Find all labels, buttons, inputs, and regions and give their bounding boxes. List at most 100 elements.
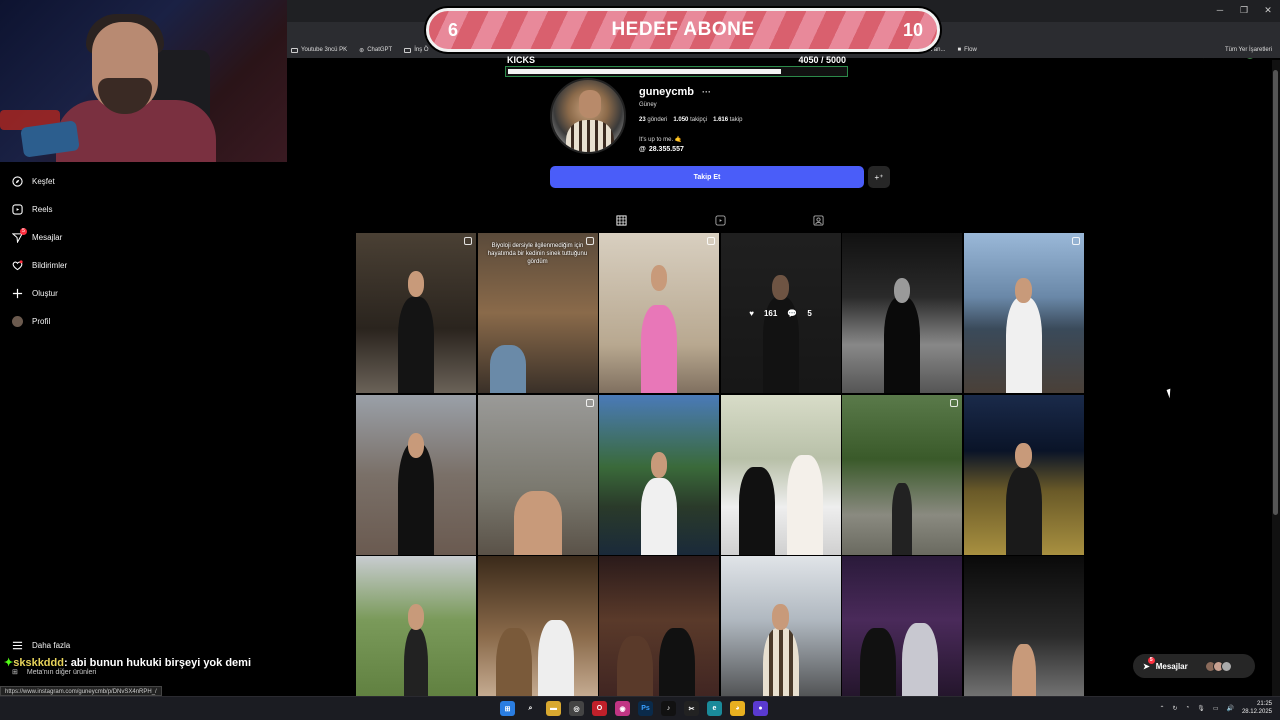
webcam-feed — [0, 0, 287, 162]
likes-count: 161 — [763, 308, 778, 318]
goal-title: HEDEF ABONE — [611, 19, 755, 40]
sidebar-item-profile[interactable]: Profil — [12, 316, 50, 327]
tab-posts[interactable] — [614, 213, 628, 227]
reel-icon — [585, 237, 594, 245]
chevron-up-icon[interactable]: ⌃ — [1160, 705, 1165, 712]
mic-icon[interactable]: 🎙 — [1197, 705, 1205, 712]
post-thumbnail[interactable] — [356, 233, 476, 393]
notification-badge: 5 — [1147, 656, 1155, 664]
photoshop-icon[interactable]: Ps — [638, 701, 653, 716]
volume-icon[interactable]: 🔊 — [1226, 705, 1233, 712]
post-thumbnail[interactable]: Biyoloji dersiyle ilgilenmediğim için ha… — [477, 233, 598, 393]
post-thumbnail[interactable] — [842, 233, 962, 393]
maximize-icon[interactable]: ❐ — [1232, 0, 1256, 20]
bookmark[interactable]: ⊛ ChatGPT — [359, 47, 392, 54]
bookmark[interactable]: ■ Flow — [957, 47, 976, 53]
clock[interactable]: 21:25 28.12.2025 — [1242, 700, 1272, 716]
messages-pill[interactable]: ➤ 5 Mesajlar — [1133, 654, 1255, 678]
screen: ─ ❐ ✕ ▭ ☆ ◈ ⧉ ☰ U ⋮ Youtube 3ncü PK ⊛Cha… — [0, 0, 1280, 720]
file-explorer-icon[interactable]: ▬ — [546, 701, 561, 716]
tab-tagged[interactable] — [811, 213, 825, 227]
post-thumbnail[interactable] — [599, 394, 719, 555]
profile-bio: It's up to me. 🤙 — [639, 137, 683, 143]
post-thumbnail[interactable] — [963, 394, 1084, 555]
sidebar-item-create[interactable]: Oluştur — [12, 288, 58, 299]
clock-date: 28.12.2025 — [1241, 709, 1272, 715]
post-hover-stats: ♥ 161 💬 5 — [720, 233, 841, 393]
threads-text: 28.355.557 — [648, 146, 684, 153]
followers-count[interactable]: 1.050 takipçi — [673, 117, 707, 123]
instagram-icon[interactable]: ◉ — [615, 701, 630, 716]
opera-icon[interactable]: O — [592, 701, 607, 716]
edge-icon[interactable]: e — [707, 701, 722, 716]
plus-icon — [12, 288, 23, 299]
tab-reels[interactable] — [713, 213, 727, 227]
profile-avatar[interactable] — [550, 78, 626, 154]
scrollbar-thumb[interactable] — [1273, 70, 1278, 515]
profile-fullname: Güney — [639, 102, 657, 108]
kicks-goal: KICKS 4050 / 5000 — [505, 55, 848, 79]
capcut-icon[interactable]: ✂ — [684, 701, 699, 716]
profile-stats: 23 gönderi 1.050 takipçi 1.616 takip — [639, 117, 742, 123]
bookmark[interactable]: Youtube 3ncü PK — [291, 47, 347, 53]
sidebar-item-explore[interactable]: Keşfet — [12, 176, 55, 187]
folder-icon — [404, 47, 412, 53]
post-thumbnail[interactable] — [963, 233, 1084, 393]
goal-target: 10 — [902, 19, 924, 40]
minimize-icon[interactable]: ─ — [1208, 0, 1232, 20]
sidebar-item-more[interactable]: Daha fazla — [12, 640, 70, 651]
sidebar-item-messages[interactable]: 5 Mesajlar — [12, 228, 62, 243]
post-thumbnail[interactable] — [477, 394, 598, 555]
sidebar-item-notifications[interactable]: Bildirimler — [12, 260, 67, 271]
system-tray: ⌃ ↻ ◔ 🎙 ▭ 🔊 21:25 28.12.2025 — [1160, 700, 1273, 716]
post-thumbnail[interactable] — [599, 556, 719, 696]
posts-count: 23 gönderi — [639, 117, 668, 123]
kicks-progress-bar — [505, 66, 848, 77]
post-thumbnail-hovered[interactable]: ♥ 161 💬 5 — [720, 233, 841, 393]
reel-icon — [950, 398, 958, 407]
post-grid: Biyoloji dersiyle ilgilenmediğim için ha… — [356, 233, 1084, 696]
app-icon[interactable]: ◎ — [569, 701, 584, 716]
all-bookmarks[interactable]: Tüm Yer İşaretleri — [1222, 42, 1272, 58]
chatgpt-icon: ⊛ — [359, 47, 365, 54]
chrome-icon[interactable]: ◕ — [730, 701, 745, 716]
post-thumbnail[interactable] — [599, 233, 719, 393]
more-options-icon[interactable]: ··· — [702, 87, 711, 97]
folder-icon — [291, 47, 298, 53]
search-icon[interactable]: ⌕ — [523, 701, 538, 716]
post-thumbnail[interactable] — [720, 556, 841, 696]
reels-icon — [714, 214, 726, 226]
post-thumbnail[interactable] — [477, 556, 598, 696]
sidebar-item-label: Profil — [32, 317, 51, 326]
sidebar-item-label: Keşfet — [32, 177, 55, 186]
monitor-icon[interactable]: ▭ — [1213, 705, 1219, 712]
grid-icon — [615, 214, 627, 226]
follow-button[interactable]: Takip Et — [550, 166, 864, 188]
kicks-label: KICKS — [507, 55, 536, 65]
tiktok-icon[interactable]: ♪ — [661, 701, 676, 716]
following-count[interactable]: 1.616 takip — [713, 117, 742, 123]
add-person-icon: +⁺ — [874, 172, 884, 182]
taskbar-apps: ⊞ ⌕ ▬ ◎ O ◉ Ps ♪ ✂ e ◕ ● — [500, 701, 768, 716]
sync-icon[interactable]: ↻ — [1173, 705, 1178, 712]
mouse-cursor — [1166, 388, 1174, 399]
headset-icon[interactable]: ◔ — [1186, 705, 1190, 711]
post-thumbnail[interactable] — [963, 556, 1084, 696]
comments-count: 5 — [807, 308, 812, 318]
windows-start-icon[interactable]: ⊞ — [500, 701, 515, 716]
bookmark[interactable]: İnş Ö — [404, 47, 429, 53]
post-thumbnail[interactable] — [356, 556, 476, 696]
close-icon[interactable]: ✕ — [1256, 0, 1280, 20]
profile-username: guneycmb ··· — [639, 86, 711, 98]
post-thumbnail[interactable] — [842, 394, 962, 555]
sidebar-item-meta[interactable]: ⊞ Meta'nın diğer ürünleri — [12, 668, 96, 677]
post-thumbnail[interactable] — [842, 556, 962, 696]
post-thumbnail[interactable] — [720, 394, 841, 555]
tagged-icon — [812, 214, 824, 226]
threads-link[interactable]: @28.355.557 — [639, 146, 684, 153]
sidebar-item-reels[interactable]: Reels — [12, 204, 52, 215]
obs-icon[interactable]: ● — [753, 701, 768, 716]
kicks-progress-fill — [508, 69, 781, 74]
post-thumbnail[interactable] — [356, 394, 476, 555]
suggest-user-button[interactable]: +⁺ — [868, 166, 890, 188]
